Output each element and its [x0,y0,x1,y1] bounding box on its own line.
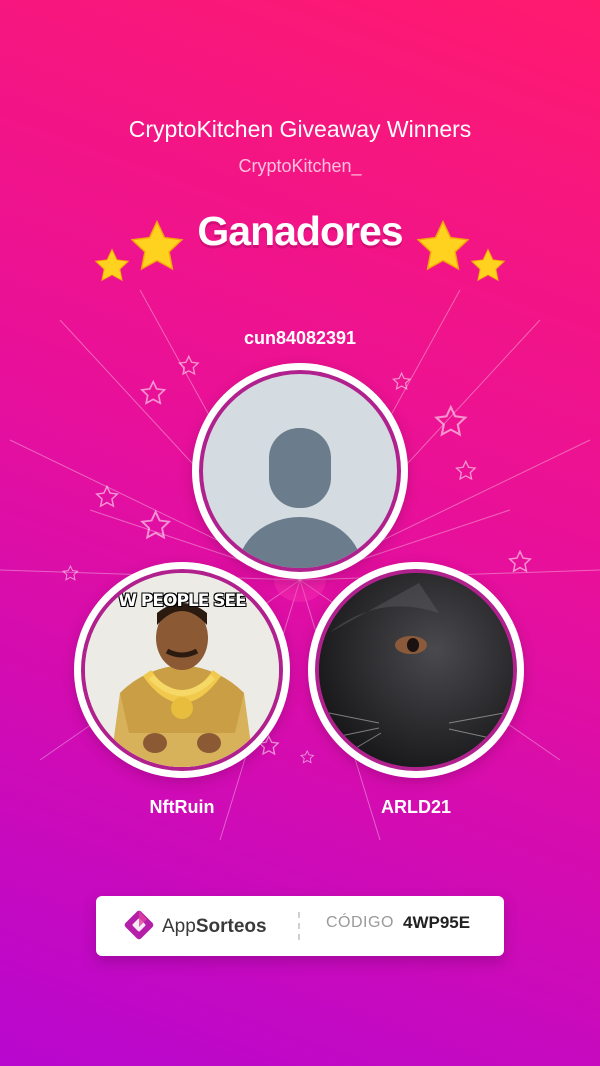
winner-avatar-frame [192,363,408,579]
winner-name: NftRuin [149,797,215,817]
winner-name: cun84082391 [243,328,357,348]
giveaway-title: CryptoKitchen Giveaway Winners [128,116,472,142]
appsorteos-logo-icon [124,910,154,940]
black-cat-photo [315,569,517,771]
meme-photo: W PEOPLE SEE [81,569,283,771]
winner-avatar-frame: W PEOPLE SEE [74,562,290,778]
code-label: CÓDIGO [326,914,394,931]
brand-suffix: Sorteos [195,916,267,937]
organizer-handle: CryptoKitchen_ [238,156,362,176]
winner-avatar-frame [308,562,524,778]
brand-name: AppSorteos [162,916,267,938]
footer-divider [298,912,300,940]
star-icon [416,219,470,271]
meme-caption: W PEOPLE SEE [118,591,247,611]
star-icon [130,219,184,271]
default-profile-icon [199,370,401,572]
code-value: 4WP95E [403,913,471,932]
winner-name: ARLD21 [380,797,451,817]
winners-heading: Ganadores [197,208,403,254]
brand-prefix: App [162,916,196,937]
